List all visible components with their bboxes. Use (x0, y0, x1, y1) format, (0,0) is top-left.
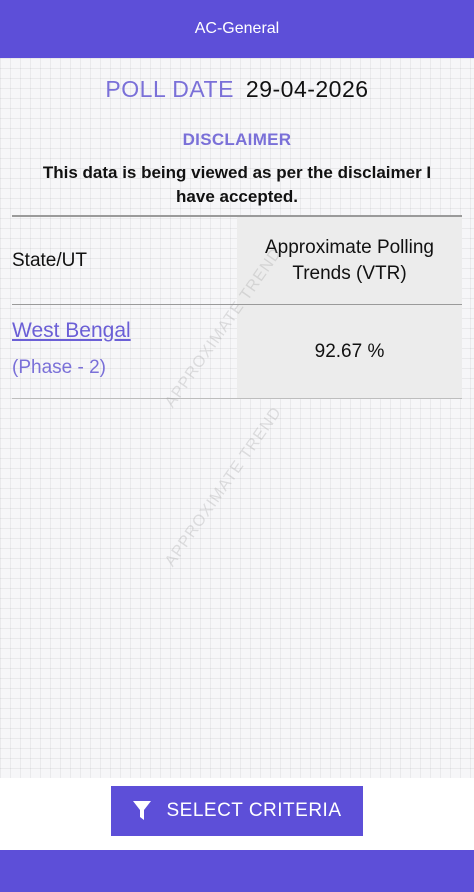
header-title: AC-General (194, 20, 280, 37)
vtr-value: 92.67 % (314, 340, 385, 362)
state-link-west-bengal[interactable]: West Bengal (12, 319, 237, 343)
app-header: AC-General (0, 0, 474, 58)
select-criteria-label: SELECT CRITERIA (166, 800, 342, 821)
footer: SELECT CRITERIA (0, 778, 474, 850)
header-vtr-label: Approximate Polling Trends (VTR) (265, 236, 434, 284)
main-content: POLL DATE 29-04-2026 DISCLAIMER This dat… (0, 58, 474, 778)
disclaimer-text: This data is being viewed as per the dis… (42, 163, 432, 206)
poll-date-value: 29-04-2026 (245, 76, 369, 102)
disclaimer-title: DISCLAIMER (182, 130, 292, 149)
select-criteria-button[interactable]: SELECT CRITERIA (111, 786, 363, 836)
filter-icon (132, 800, 152, 822)
polling-trends-table: State/UT Approximate Polling Trends (VTR… (12, 215, 462, 399)
header-state: State/UT (12, 249, 87, 271)
poll-date-row: POLL DATE 29-04-2026 (0, 76, 474, 103)
phase-label: (Phase - 2) (12, 356, 106, 378)
table-row: West Bengal (Phase - 2) 92.67 % (12, 305, 462, 399)
state-cell: West Bengal (Phase - 2) (12, 305, 237, 398)
bottom-bar (0, 850, 474, 892)
watermark: APPROXIMATE TREND (162, 403, 286, 570)
table-header-row: State/UT Approximate Polling Trends (VTR… (12, 217, 462, 305)
poll-date-label: POLL DATE (105, 76, 234, 102)
vtr-value-cell: 92.67 % (237, 305, 462, 398)
header-vtr: Approximate Polling Trends (VTR) (237, 217, 462, 304)
